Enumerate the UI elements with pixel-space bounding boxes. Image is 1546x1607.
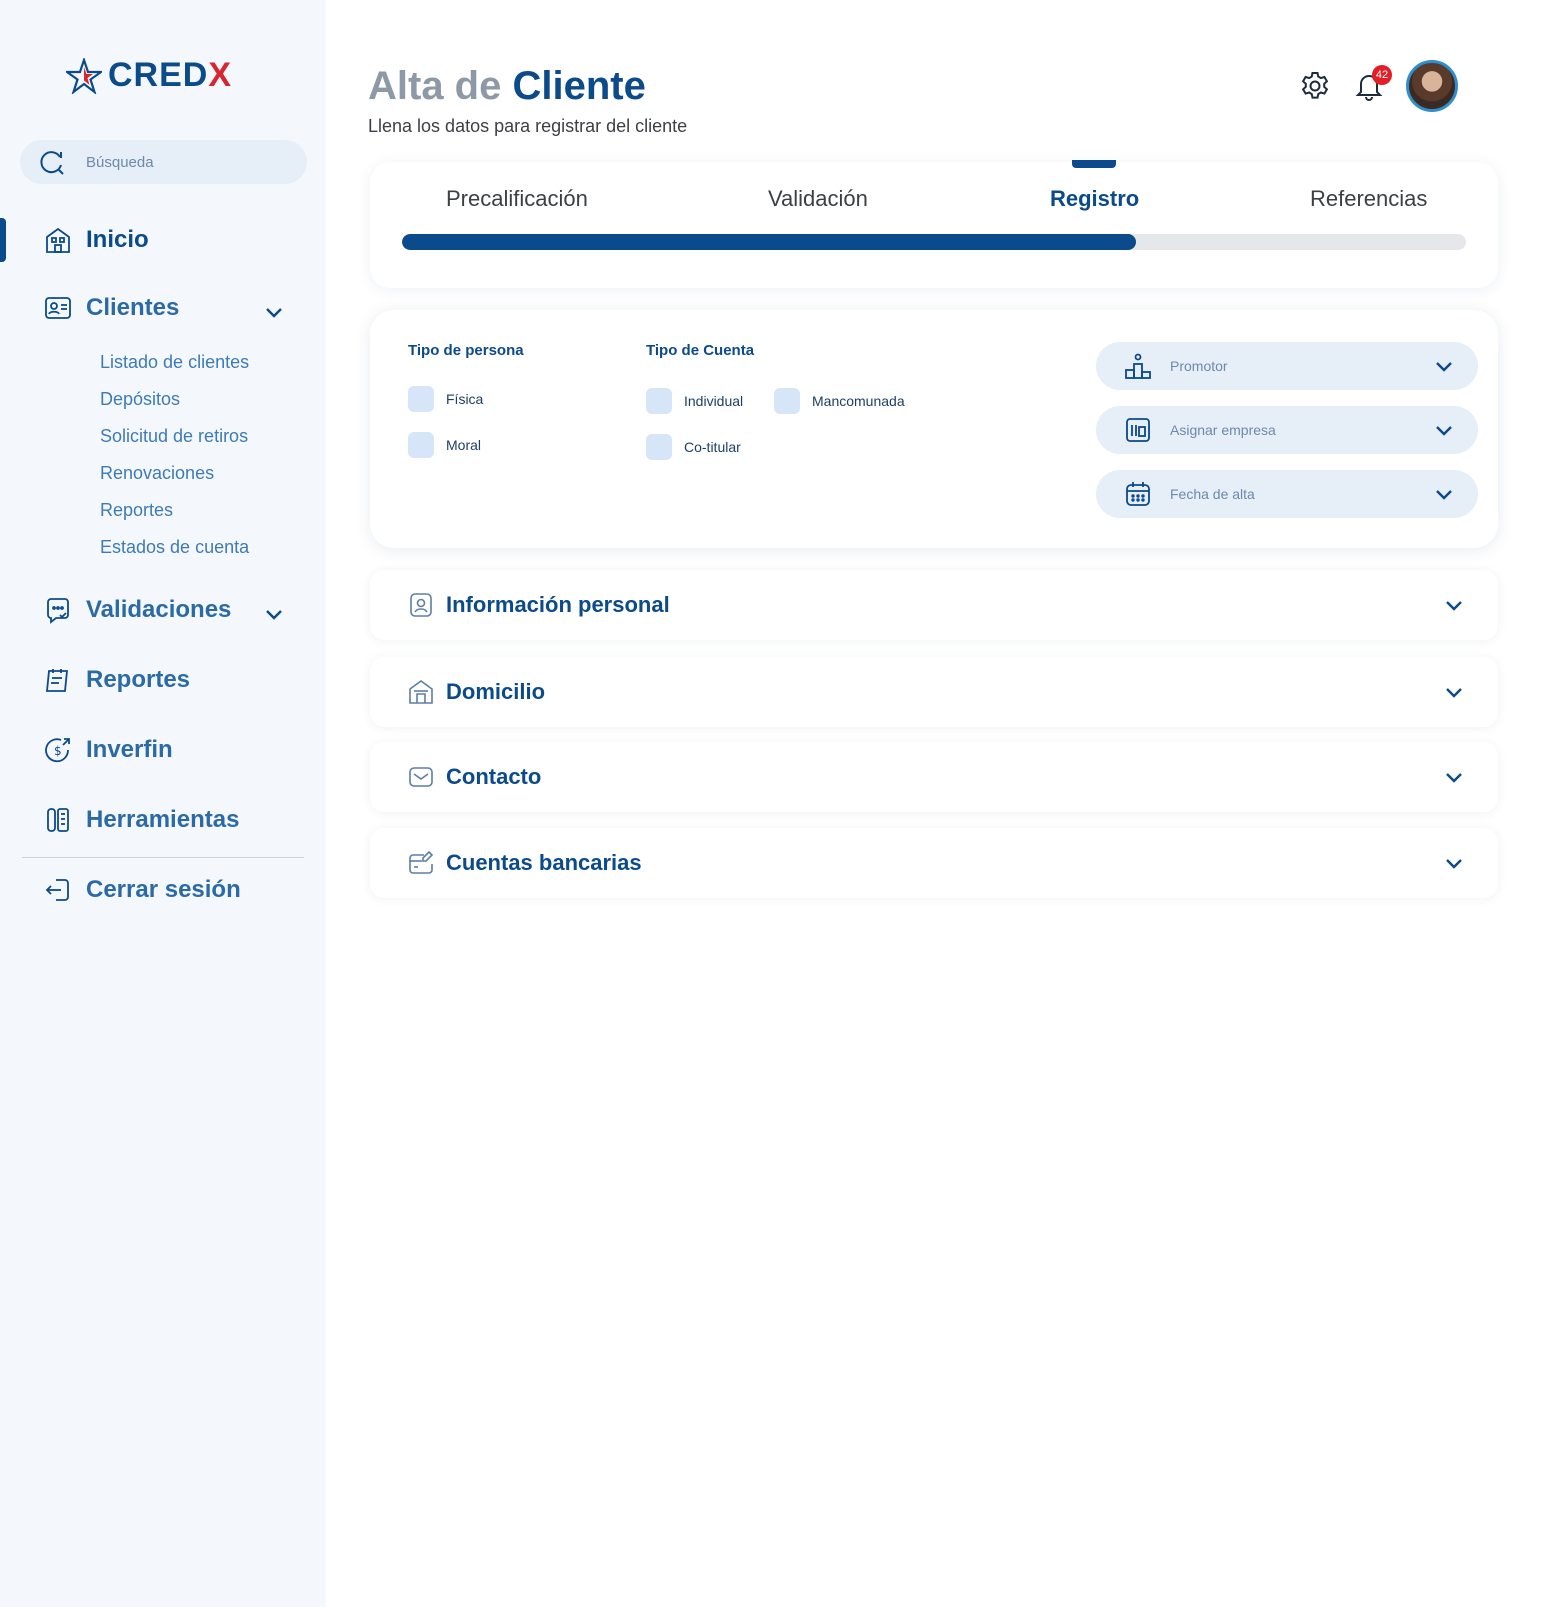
brand-name: CREDX <box>108 56 233 94</box>
step-referencias[interactable]: Referencias <box>1310 186 1427 212</box>
tipo-cuenta-label: Tipo de Cuenta <box>646 342 755 359</box>
checkbox-moral[interactable]: Moral <box>408 432 481 458</box>
client-type-card: Tipo de persona Física Moral Tipo de Cue… <box>370 310 1498 548</box>
sub-item-retiros[interactable]: Solicitud de retiros <box>100 426 248 447</box>
message-check-icon <box>44 596 72 624</box>
search-icon <box>40 151 64 175</box>
active-indicator <box>0 218 6 262</box>
settings-button[interactable] <box>1298 69 1332 103</box>
section-domicilio[interactable]: Domicilio <box>370 657 1498 727</box>
active-step-marker <box>1072 160 1116 168</box>
search-bar[interactable] <box>20 140 307 184</box>
avatar[interactable] <box>1406 60 1458 112</box>
section-contacto[interactable]: Contacto <box>370 742 1498 812</box>
chevron-down-icon <box>1446 688 1462 698</box>
house-icon <box>409 680 433 704</box>
sub-item-listado[interactable]: Listado de clientes <box>100 352 249 373</box>
logout-icon <box>44 876 72 904</box>
stepper-card: Precalificación Validación Registro Refe… <box>370 162 1498 288</box>
nav-herramientas[interactable]: Herramientas <box>44 806 239 834</box>
chevron-down-icon <box>1436 362 1452 372</box>
notifications-button[interactable]: 42 <box>1352 65 1392 103</box>
calendar-icon <box>1126 482 1150 506</box>
chevron-down-icon[interactable] <box>262 602 286 626</box>
chevron-down-icon[interactable] <box>262 300 286 324</box>
section-cuentas-bancarias[interactable]: Cuentas bancarias <box>370 828 1498 898</box>
nav-inicio[interactable]: Inicio <box>44 226 149 254</box>
page-subtitle: Llena los datos para registrar del clien… <box>368 116 688 136</box>
step-validacion[interactable]: Validación <box>768 186 868 212</box>
chevron-down-icon <box>1446 859 1462 869</box>
checkbox-box[interactable] <box>774 388 800 414</box>
top-actions: 42 <box>1298 60 1458 112</box>
checkbox-box[interactable] <box>646 388 672 414</box>
sub-item-renovaciones[interactable]: Renovaciones <box>100 463 214 484</box>
sidebar: CREDX Inicio Clientes Listado de cliente… <box>0 0 326 1607</box>
chevron-down-icon <box>1436 490 1452 500</box>
page-title: Alta de Cliente <box>368 64 646 108</box>
step-precalificacion[interactable]: Precalificación <box>446 186 588 212</box>
star-logo-icon <box>66 57 102 94</box>
checkbox-individual[interactable]: Individual <box>646 388 743 414</box>
checkbox-mancomunada[interactable]: Mancomunada <box>774 388 905 414</box>
checkbox-fisica[interactable]: Física <box>408 386 483 412</box>
dollar-circle-icon: $ <box>44 736 72 764</box>
user-badge-icon <box>410 593 432 617</box>
card-edit-icon <box>409 850 434 874</box>
fecha-alta-dropdown[interactable]: Fecha de alta <box>1096 470 1478 518</box>
checkbox-box[interactable] <box>408 432 434 458</box>
search-input[interactable] <box>86 153 286 171</box>
section-informacion-personal[interactable]: Información personal <box>370 570 1498 640</box>
sidebar-divider <box>22 857 304 858</box>
checkbox-box[interactable] <box>408 386 434 412</box>
nav-clientes[interactable]: Clientes <box>44 294 179 322</box>
chevron-down-icon <box>1446 601 1462 611</box>
report-icon <box>44 666 72 694</box>
gear-icon <box>1301 72 1329 99</box>
tools-icon <box>44 806 72 834</box>
nav-cerrar-sesion[interactable]: Cerrar sesión <box>44 876 241 904</box>
logo[interactable]: CREDX <box>66 56 232 95</box>
tipo-persona-label: Tipo de persona <box>408 342 524 359</box>
nav-inverfin[interactable]: $ Inverfin <box>44 736 173 764</box>
progress-bar <box>402 234 1466 250</box>
checkbox-box[interactable] <box>646 434 672 460</box>
promotor-dropdown[interactable]: Promotor <box>1096 342 1478 390</box>
building-icon <box>44 226 72 254</box>
sub-item-depositos[interactable]: Depósitos <box>100 389 180 410</box>
id-card-icon <box>44 294 72 322</box>
sub-item-reportes[interactable]: Reportes <box>100 500 173 521</box>
chevron-down-icon <box>1446 773 1462 783</box>
svg-text:$: $ <box>54 744 62 758</box>
checkbox-cotitular[interactable]: Co-titular <box>646 434 741 460</box>
chevron-down-icon <box>1436 426 1452 436</box>
mail-icon <box>409 767 433 787</box>
sub-item-estados[interactable]: Estados de cuenta <box>100 537 249 558</box>
podium-icon <box>1125 353 1151 379</box>
asignar-empresa-dropdown[interactable]: Asignar empresa <box>1096 406 1478 454</box>
step-registro[interactable]: Registro <box>1050 186 1139 212</box>
nav-validaciones[interactable]: Validaciones <box>44 596 231 624</box>
progress-fill <box>402 234 1137 250</box>
company-icon <box>1126 418 1150 442</box>
nav-reportes[interactable]: Reportes <box>44 666 190 694</box>
notification-badge: 42 <box>1372 65 1392 85</box>
